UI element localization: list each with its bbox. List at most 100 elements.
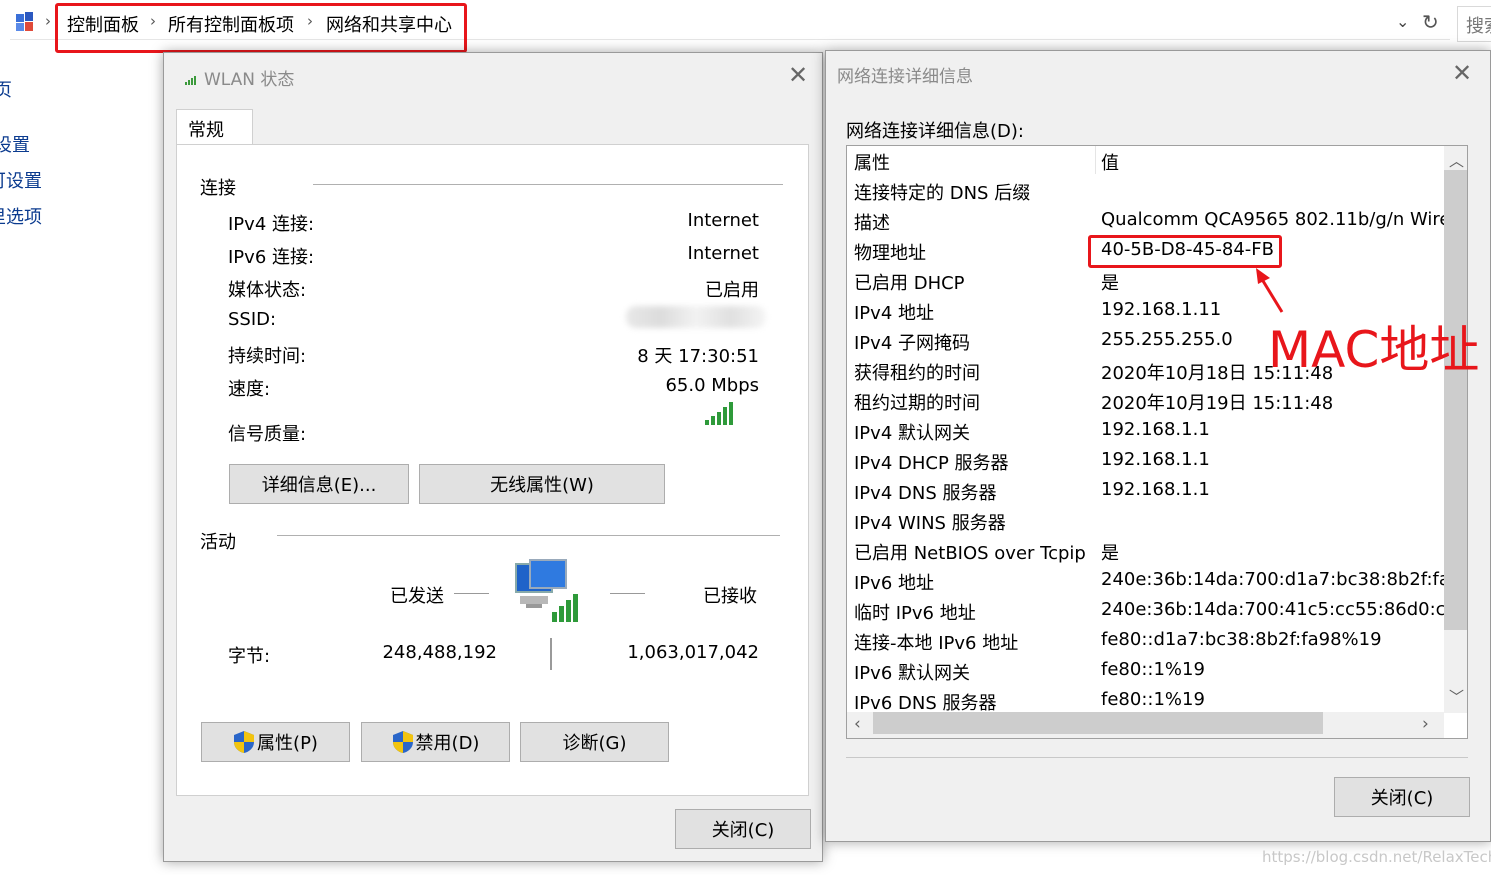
signal-strength-icon bbox=[705, 402, 733, 425]
properties-button[interactable]: 属性(P) bbox=[201, 722, 350, 762]
row-label: 速度: bbox=[228, 379, 271, 400]
list-item: 是 bbox=[1101, 543, 1119, 564]
details-group-label: 网络连接详细信息(D): bbox=[846, 121, 1024, 142]
refresh-icon[interactable]: ↻ bbox=[1422, 10, 1439, 34]
scroll-left-icon[interactable]: ‹ bbox=[854, 714, 861, 734]
activity-divider bbox=[550, 638, 552, 670]
row-value: 65.0 Mbps bbox=[665, 375, 759, 396]
list-item: 240e:36b:14da:700:41c5:cc55:86d0:c1f8 bbox=[1101, 599, 1468, 620]
scroll-up-icon[interactable]: ︿ bbox=[1449, 150, 1464, 171]
network-details-dialog: 网络连接详细信息 ✕ 网络连接详细信息(D): 属性 值 连接特定的 DNS 后… bbox=[825, 50, 1491, 842]
nav-link[interactable]: 可设置 bbox=[0, 167, 42, 193]
column-header-property[interactable]: 属性 bbox=[854, 149, 890, 175]
list-item: IPv4 子网掩码 bbox=[854, 333, 970, 354]
tab-label: 常规 bbox=[188, 120, 224, 141]
list-item: IPv6 默认网关 bbox=[854, 663, 970, 684]
activity-line bbox=[610, 593, 645, 594]
details-close-button[interactable]: 关闭(C) bbox=[1334, 777, 1470, 817]
ssid-redacted bbox=[626, 306, 766, 328]
scroll-right-icon[interactable]: › bbox=[1422, 714, 1429, 734]
annotation-arrow-icon bbox=[1256, 268, 1284, 313]
section-activity: 活动 bbox=[200, 532, 236, 553]
tab-general[interactable]: 常规 bbox=[176, 109, 253, 145]
list-item: IPv4 地址 bbox=[854, 303, 934, 324]
diagnose-button[interactable]: 诊断(G) bbox=[520, 722, 669, 762]
row-value: 已启用 bbox=[705, 280, 759, 301]
chevron-down-icon[interactable]: ⌄ bbox=[1396, 12, 1409, 31]
wlan-close-button[interactable]: 关闭(C) bbox=[675, 809, 811, 849]
list-item: fe80::1%19 bbox=[1101, 689, 1205, 710]
close-icon[interactable]: ✕ bbox=[788, 61, 808, 89]
row-value: Internet bbox=[687, 210, 759, 231]
mac-address-highlight-box bbox=[1088, 235, 1282, 268]
list-item: 2020年10月19日 15:11:48 bbox=[1101, 393, 1334, 414]
divider bbox=[846, 757, 1468, 758]
bytes-label: 字节: bbox=[228, 646, 271, 667]
details-button[interactable]: 详细信息(E)... bbox=[229, 464, 409, 504]
divider bbox=[313, 184, 783, 185]
bytes-sent-value: 248,488,192 bbox=[382, 642, 497, 663]
list-item: 192.168.1.1 bbox=[1101, 449, 1210, 470]
divider bbox=[277, 535, 780, 536]
list-item: 连接特定的 DNS 后缀 bbox=[854, 183, 1031, 204]
row-label: IPv4 连接: bbox=[228, 214, 315, 235]
row-label: 持续时间: bbox=[228, 346, 307, 367]
bytes-received-value: 1,063,017,042 bbox=[627, 642, 759, 663]
horizontal-scroll-thumb[interactable] bbox=[873, 712, 1323, 734]
shield-icon bbox=[234, 731, 255, 753]
vertical-scroll-thumb[interactable] bbox=[1444, 170, 1467, 630]
list-item: 租约过期的时间 bbox=[854, 393, 980, 414]
list-item: IPv4 WINS 服务器 bbox=[854, 513, 1006, 534]
wifi-signal-icon bbox=[185, 76, 196, 85]
list-item: fe80::1%19 bbox=[1101, 659, 1205, 680]
list-item: 已启用 NetBIOS over Tcpip bbox=[854, 543, 1086, 564]
watermark: https://blog.csdn.net/RelaxTech bbox=[1262, 848, 1491, 866]
sent-label: 已发送 bbox=[390, 586, 444, 607]
breadcrumb-highlight-box bbox=[55, 3, 467, 53]
list-item: IPv4 默认网关 bbox=[854, 423, 970, 444]
column-header-value[interactable]: 值 bbox=[1101, 149, 1119, 175]
column-divider[interactable] bbox=[1095, 146, 1096, 174]
nav-link[interactable]: 设置 bbox=[0, 131, 30, 157]
list-item: 描述 bbox=[854, 213, 890, 234]
list-item: 连接-本地 IPv6 地址 bbox=[854, 633, 1019, 654]
list-item: fe80::d1a7:bc38:8b2f:fa98%19 bbox=[1101, 629, 1382, 650]
list-item: 物理地址 bbox=[854, 243, 926, 264]
section-connection: 连接 bbox=[200, 178, 236, 199]
list-item: 获得租约的时间 bbox=[854, 363, 980, 384]
mac-address-annotation: MAC地址 bbox=[1268, 321, 1480, 379]
list-item: IPv6 地址 bbox=[854, 573, 934, 594]
wireless-properties-button[interactable]: 无线属性(W) bbox=[419, 464, 665, 504]
scroll-down-icon[interactable]: ﹀ bbox=[1449, 686, 1464, 707]
activity-line bbox=[454, 593, 489, 594]
control-panel-icon bbox=[16, 12, 33, 31]
list-item: 192.168.1.11 bbox=[1101, 299, 1222, 320]
dialog-title: 网络连接详细信息 bbox=[837, 67, 973, 87]
disable-button[interactable]: 禁用(D) bbox=[361, 722, 510, 762]
list-item: 255.255.255.0 bbox=[1101, 329, 1233, 350]
list-item: 是 bbox=[1101, 273, 1119, 294]
list-item: IPv4 DHCP 服务器 bbox=[854, 453, 1009, 474]
list-item: 临时 IPv6 地址 bbox=[854, 603, 976, 624]
row-label: 媒体状态: bbox=[228, 280, 307, 301]
network-computers-icon bbox=[515, 559, 578, 622]
nav-link[interactable]: 页 bbox=[0, 76, 12, 102]
row-label: IPv6 连接: bbox=[228, 247, 315, 268]
nav-link[interactable]: 里选项 bbox=[0, 203, 42, 229]
shield-icon bbox=[392, 731, 413, 753]
list-item: 192.168.1.1 bbox=[1101, 419, 1210, 440]
close-icon[interactable]: ✕ bbox=[1452, 59, 1472, 87]
list-item: 已启用 DHCP bbox=[854, 273, 965, 294]
list-item: 192.168.1.1 bbox=[1101, 479, 1210, 500]
list-item: Qualcomm QCA9565 802.11b/g/n Wire bbox=[1101, 209, 1451, 230]
dialog-title: WLAN 状态 bbox=[204, 70, 295, 90]
signal-quality-label: 信号质量: bbox=[228, 424, 307, 445]
row-value: 8 天 17:30:51 bbox=[637, 346, 759, 367]
row-label: SSID: bbox=[228, 309, 277, 330]
search-placeholder: 搜索 bbox=[1466, 16, 1491, 37]
breadcrumb-separator-icon: › bbox=[45, 12, 51, 30]
list-item: 240e:36b:14da:700:d1a7:bc38:8b2f:fa98 bbox=[1101, 569, 1468, 590]
received-label: 已接收 bbox=[703, 586, 757, 607]
row-value: Internet bbox=[687, 243, 759, 264]
list-item: IPv4 DNS 服务器 bbox=[854, 483, 997, 504]
